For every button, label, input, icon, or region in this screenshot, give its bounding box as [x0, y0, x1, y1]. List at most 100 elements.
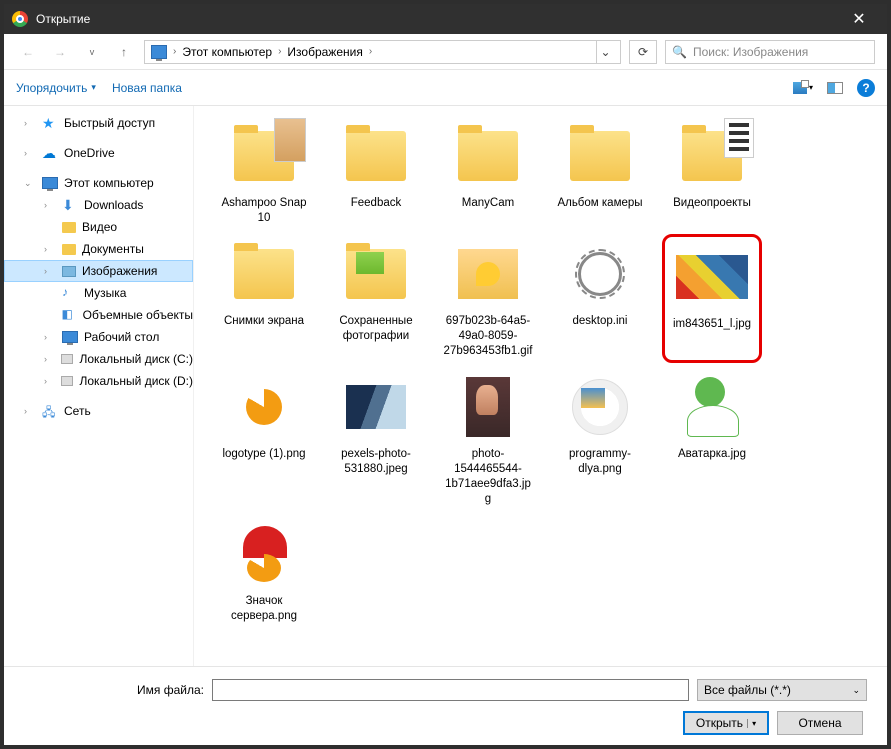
chevron-right-icon[interactable]: › — [369, 46, 372, 57]
expand-icon[interactable]: › — [24, 118, 36, 128]
tree-this-pc[interactable]: ⌄ Этот компьютер — [4, 172, 193, 194]
folder-item[interactable]: Снимки экрана — [214, 234, 314, 363]
expand-icon[interactable]: › — [44, 354, 55, 364]
tree-3d-objects[interactable]: ◧Объемные объекты — [4, 304, 193, 326]
recent-dropdown-icon[interactable]: v — [80, 40, 104, 64]
tree-onedrive[interactable]: › ☁ OneDrive — [4, 142, 193, 164]
tree-quick-access[interactable]: ›★Быстрый доступ — [4, 112, 193, 134]
image-thumbnail-icon — [466, 377, 510, 437]
search-placeholder: Поиск: Изображения — [693, 45, 808, 59]
folder-item[interactable]: Видеопроекты — [662, 116, 762, 230]
item-label: Аватарка.jpg — [678, 447, 746, 462]
file-item[interactable]: programmy-dlya.png — [550, 367, 650, 511]
tree-music[interactable]: ♪Музыка — [4, 282, 193, 304]
pictures-icon — [62, 266, 76, 277]
music-icon: ♪ — [62, 285, 78, 301]
preview-pane-button[interactable] — [825, 80, 845, 96]
chrome-icon — [12, 11, 28, 27]
image-thumbnail-icon — [239, 526, 289, 582]
tree-label: Этот компьютер — [64, 176, 154, 190]
expand-icon[interactable]: › — [44, 376, 55, 386]
search-input[interactable]: 🔍 Поиск: Изображения — [665, 40, 875, 64]
open-button[interactable]: Открыть ▾ — [683, 711, 769, 735]
address-bar[interactable]: › Этот компьютер › Изображения › ⌄ — [144, 40, 621, 64]
cube-icon: ◧ — [61, 307, 76, 323]
file-item[interactable]: pexels-photo-531880.jpeg — [326, 367, 426, 511]
view-mode-button[interactable]: ▾ — [793, 80, 813, 96]
folder-item[interactable]: Feedback — [326, 116, 426, 230]
collapse-icon[interactable]: ⌄ — [24, 178, 36, 189]
desktop-icon — [62, 331, 78, 343]
file-item[interactable]: Значок сервера.png — [214, 514, 314, 628]
tree-label: Документы — [82, 242, 144, 256]
chevron-down-icon[interactable]: ▾ — [747, 719, 756, 728]
folder-icon — [570, 131, 630, 181]
tree-desktop[interactable]: › Рабочий стол — [4, 326, 193, 348]
folder-item[interactable]: Сохраненные фотографии — [326, 234, 426, 363]
back-icon[interactable]: ← — [16, 40, 40, 64]
folder-icon — [234, 249, 294, 299]
folder-icon — [62, 244, 76, 255]
item-label: logotype (1).png — [222, 447, 305, 462]
tree-label: Изображения — [82, 264, 157, 278]
cloud-icon: ☁ — [42, 145, 58, 161]
tree-pictures[interactable]: › Изображения — [4, 260, 193, 282]
tree-label: Рабочий стол — [84, 330, 159, 344]
up-icon[interactable]: ↑ — [112, 40, 136, 64]
expand-icon[interactable]: › — [44, 244, 56, 254]
image-thumbnail-icon — [572, 379, 628, 435]
folder-item[interactable]: ManyCam — [438, 116, 538, 230]
organize-button[interactable]: Упорядочить ▾ — [16, 81, 96, 95]
bottom-panel: Имя файла: Все файлы (*.*) ⌄ Открыть ▾ О… — [4, 666, 887, 747]
tree-disk-c[interactable]: ›Локальный диск (C:) — [4, 348, 193, 370]
tree-downloads[interactable]: ›⬇Downloads — [4, 194, 193, 216]
window-title: Открытие — [36, 12, 839, 26]
refresh-icon[interactable]: ⟳ — [629, 40, 657, 64]
filename-label: Имя файла: — [24, 683, 204, 697]
expand-icon[interactable]: › — [44, 200, 56, 210]
chevron-right-icon[interactable]: › — [278, 46, 281, 57]
filename-input[interactable] — [212, 679, 689, 701]
expand-icon[interactable]: › — [24, 148, 36, 158]
title-bar: Открытие ✕ — [4, 4, 887, 34]
expand-icon[interactable]: › — [44, 332, 56, 342]
tree-label: OneDrive — [64, 146, 115, 160]
file-item[interactable]: desktop.ini — [550, 234, 650, 363]
file-item-highlighted[interactable]: im843651_l.jpg — [662, 234, 762, 363]
folder-item[interactable]: Ashampoo Snap 10 — [214, 116, 314, 230]
address-dropdown-icon[interactable]: ⌄ — [596, 41, 614, 63]
search-icon: 🔍 — [672, 45, 687, 59]
item-label: Ashampoo Snap 10 — [218, 196, 310, 226]
network-icon: 🖧 — [42, 403, 58, 419]
new-folder-button[interactable]: Новая папка — [112, 81, 182, 95]
folder-item[interactable]: Альбом камеры — [550, 116, 650, 230]
breadcrumb-current[interactable]: Изображения — [287, 45, 362, 59]
filetype-dropdown[interactable]: Все файлы (*.*) ⌄ — [697, 679, 867, 701]
cancel-button[interactable]: Отмена — [777, 711, 863, 735]
item-label: Feedback — [351, 196, 402, 211]
help-icon[interactable]: ? — [857, 79, 875, 97]
item-label: im843651_l.jpg — [673, 317, 751, 332]
file-list[interactable]: Ashampoo Snap 10 Feedback ManyCam Альбом… — [194, 106, 887, 666]
image-thumbnail-icon — [676, 255, 748, 299]
file-item[interactable]: logotype (1).png — [214, 367, 314, 511]
chevron-down-icon: ▾ — [91, 82, 96, 93]
expand-icon[interactable]: › — [44, 266, 56, 276]
tree-disk-d[interactable]: ›Локальный диск (D:) — [4, 370, 193, 392]
item-label: 697b023b-64a5-49a0-8059-27b963453fb1.gif — [442, 314, 534, 359]
close-icon[interactable]: ✕ — [839, 9, 879, 29]
breadcrumb-root[interactable]: Этот компьютер — [182, 45, 272, 59]
star-icon: ★ — [42, 115, 58, 131]
folder-preview-icon — [356, 252, 384, 274]
image-thumbnail-icon — [687, 377, 737, 437]
tree-network[interactable]: ›🖧Сеть — [4, 400, 193, 422]
expand-icon[interactable]: › — [24, 406, 36, 416]
file-item[interactable]: Аватарка.jpg — [662, 367, 762, 511]
file-item[interactable]: photo-1544465544-1b71aee9dfa3.jpg — [438, 367, 538, 511]
file-item[interactable]: 697b023b-64a5-49a0-8059-27b963453fb1.gif — [438, 234, 538, 363]
chevron-right-icon[interactable]: › — [173, 46, 176, 57]
image-thumbnail-icon — [346, 385, 406, 429]
tree-video[interactable]: Видео — [4, 216, 193, 238]
tree-documents[interactable]: › Документы — [4, 238, 193, 260]
item-label: photo-1544465544-1b71aee9dfa3.jpg — [442, 447, 534, 507]
